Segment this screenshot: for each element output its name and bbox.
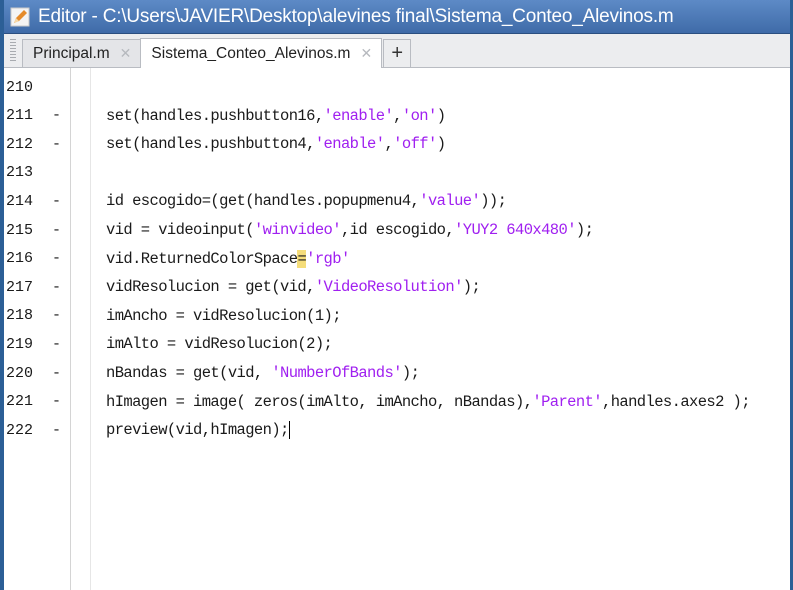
code-line[interactable]: 213 — [4, 159, 790, 187]
line-number: 222 — [6, 421, 34, 439]
line-number: 215 — [6, 221, 34, 239]
string-literal: 'off' — [393, 135, 437, 154]
title-bar[interactable]: Editor - C:\Users\JAVIER\Desktop\alevine… — [4, 0, 790, 34]
code-token: ); — [575, 221, 594, 239]
line-number: 211 — [6, 107, 34, 125]
code-editor[interactable]: 210 211- set(handles.pushbutton16,'enable'… — [4, 68, 790, 590]
tab-principal[interactable]: Principal.m ✕ — [22, 39, 142, 67]
code-line[interactable]: 218 - imAncho = vidResolucion(1); — [4, 302, 790, 330]
code-token: , — [384, 135, 394, 154]
line-number: 216 — [6, 250, 34, 268]
line-number: 210 — [6, 78, 34, 96]
breakpoint-marker[interactable]: - — [52, 393, 70, 410]
editor-window: Editor - C:\Users\JAVIER\Desktop\alevine… — [0, 0, 793, 590]
code-token: )); — [480, 192, 507, 211]
string-literal: 'enable' — [314, 135, 385, 154]
line-number: 219 — [6, 335, 34, 353]
breakpoint-marker[interactable]: - — [52, 107, 70, 124]
breakpoint-marker[interactable]: - — [52, 365, 70, 382]
breakpoint-marker[interactable]: - — [52, 422, 70, 439]
code-text: hImagen = image( zeros(imAlto, imAncho, … — [106, 392, 751, 411]
code-line[interactable]: 221 - hImagen = image( zeros(imAlto, imAnc… — [4, 388, 790, 416]
line-number: 214 — [6, 192, 34, 210]
code-token: set(handles.pushbutton16, — [106, 106, 324, 125]
code-line[interactable]: 214 - id escogido=(get(handles.popupmenu4,… — [4, 187, 790, 215]
code-token: , — [393, 106, 402, 125]
code-token: imAncho = vidResolucion(1); — [106, 306, 342, 325]
code-text: vid = videoinput('winvideo',id escogido,… — [106, 221, 594, 239]
code-text: preview(vid,hImagen); — [106, 421, 290, 439]
code-text: nBandas = get(vid, 'NumberOfBands'); — [106, 364, 420, 382]
tab-label: Sistema_Conteo_Alevinos.m — [151, 44, 351, 62]
string-literal: 'value' — [419, 192, 481, 211]
code-line[interactable]: 211 - set(handles.pushbutton16,'enable','o… — [4, 102, 790, 130]
code-text: vid.ReturnedColorSpace='rgb' — [106, 249, 350, 268]
string-literal: 'winvideo' — [253, 221, 342, 239]
string-literal: 'NumberOfBands' — [271, 364, 402, 382]
window-title: Editor - C:\Users\JAVIER\Desktop\alevine… — [38, 5, 674, 27]
code-line[interactable]: 212 - set(handles.pushbutton4,'enable','of… — [4, 130, 790, 158]
code-token: imAlto = vidResolucion(2); — [106, 335, 333, 354]
code-line[interactable]: 215 - vid = videoinput('winvideo',id escog… — [4, 216, 790, 244]
code-token: hImagen = image( zeros(imAlto, imAncho, … — [106, 392, 533, 411]
new-tab-button[interactable]: + — [383, 39, 412, 67]
code-token: ,id escogido, — [340, 221, 455, 239]
code-text: imAlto = vidResolucion(2); — [106, 335, 333, 354]
breakpoint-marker[interactable]: - — [52, 279, 70, 296]
string-literal: 'enable' — [323, 106, 394, 125]
breakpoint-marker[interactable]: - — [52, 250, 70, 267]
breakpoint-marker[interactable]: - — [52, 193, 70, 210]
line-number: 218 — [6, 307, 34, 325]
tab-label: Principal.m — [33, 44, 110, 62]
close-icon[interactable]: ✕ — [120, 45, 132, 62]
string-literal: 'on' — [401, 106, 437, 125]
code-token: vid.ReturnedColorSpace — [106, 249, 298, 268]
code-token: vidResolucion = get(vid, — [106, 278, 315, 297]
code-line[interactable]: 220 - nBandas = get(vid, 'NumberOfBands'); — [4, 359, 790, 387]
drag-grip-icon[interactable] — [10, 39, 16, 63]
line-number: 220 — [6, 364, 34, 382]
tab-sistema-conteo-alevinos[interactable]: Sistema_Conteo_Alevinos.m ✕ — [140, 38, 383, 68]
code-token: nBandas = get(vid, — [106, 364, 272, 382]
code-text: set(handles.pushbutton16,'enable','on') — [106, 106, 446, 125]
code-token: ); — [401, 364, 420, 382]
text-cursor — [288, 421, 290, 440]
code-token: ,handles.axes2 ); — [602, 392, 751, 411]
code-token: ) — [436, 106, 446, 125]
close-icon[interactable]: ✕ — [360, 45, 372, 62]
code-text: vidResolucion = get(vid,'VideoResolution… — [106, 278, 481, 297]
code-line[interactable]: 219 - imAlto = vidResolucion(2); — [4, 330, 790, 358]
breakpoint-marker[interactable]: - — [52, 336, 70, 353]
string-literal: 'rgb' — [306, 249, 350, 268]
code-text: id escogido=(get(handles.popupmenu4,'val… — [106, 192, 507, 211]
code-line[interactable]: 217 - vidResolucion = get(vid,'VideoResolu… — [4, 273, 790, 301]
code-text: imAncho = vidResolucion(1); — [106, 306, 342, 325]
breakpoint-marker[interactable]: - — [52, 307, 70, 324]
breakpoint-marker[interactable]: - — [52, 136, 70, 153]
code-token: set(handles.pushbutton4, — [106, 135, 315, 154]
string-literal: 'Parent' — [532, 392, 602, 411]
code-token: = — [297, 249, 307, 268]
code-token: id escogido=(get(handles.popupmenu4, — [106, 192, 420, 211]
tab-bar: Principal.m ✕ Sistema_Conteo_Alevinos.m … — [4, 34, 790, 68]
code-token: preview(vid,hImagen); — [106, 421, 289, 440]
line-number: 221 — [6, 393, 34, 411]
line-number: 213 — [6, 164, 34, 182]
code-token: ) — [436, 135, 446, 154]
code-line[interactable]: 216 - vid.ReturnedColorSpace='rgb' — [4, 245, 790, 273]
code-token: ); — [462, 278, 481, 297]
string-literal: 'YUY2 640x480' — [454, 221, 576, 239]
breakpoint-marker[interactable]: - — [52, 222, 70, 239]
code-token: vid = videoinput( — [106, 221, 255, 239]
code-text: set(handles.pushbutton4,'enable','off') — [106, 135, 446, 154]
string-literal: 'VideoResolution' — [314, 278, 464, 297]
line-number: 217 — [6, 278, 34, 296]
editor-app-icon — [10, 7, 30, 26]
code-line[interactable]: 222 - preview(vid,hImagen); — [4, 416, 790, 444]
line-number: 212 — [6, 135, 34, 153]
code-line[interactable]: 210 — [4, 73, 790, 101]
